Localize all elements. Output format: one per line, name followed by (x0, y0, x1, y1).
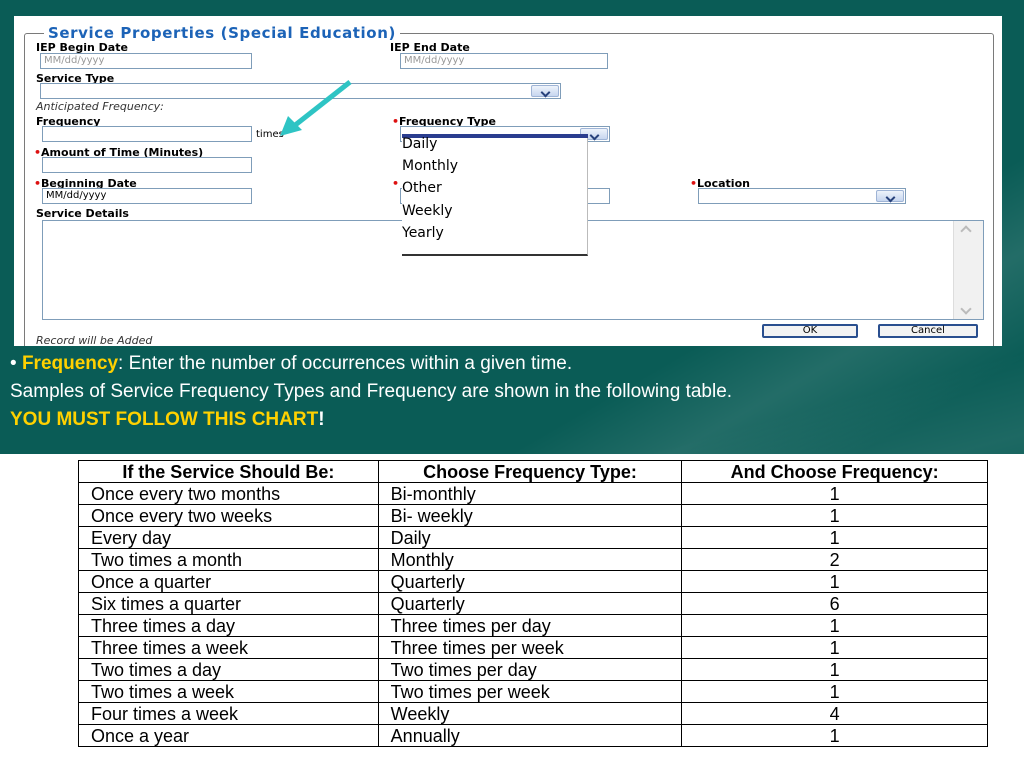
column-header: If the Service Should Be: (78, 460, 379, 483)
table-row: Once every two months Bi-monthly 1 (78, 482, 988, 505)
table-cell: 1 (681, 636, 988, 659)
table-cell: Monthly (377, 548, 683, 571)
table-cell: Weekly (377, 702, 683, 725)
location-select[interactable] (698, 188, 906, 204)
dropdown-option[interactable]: Other (402, 180, 442, 196)
table-cell: Bi- weekly (377, 504, 683, 527)
iep-begin-input[interactable]: MM/dd/yyyy (40, 53, 252, 69)
table-cell: 1 (681, 570, 988, 593)
required-dot-icon: • (392, 115, 400, 128)
samples-line: Samples of Service Frequency Types and F… (10, 381, 733, 402)
table-cell: Daily (377, 526, 683, 549)
table-row: Once every two weeks Bi- weekly 1 (78, 504, 988, 527)
table-cell: Three times a day (78, 614, 379, 637)
table-row: Once a quarter Quarterly 1 (78, 570, 988, 593)
diagonal-arrow-icon (280, 80, 352, 136)
fieldset-legend: Service Properties (Special Education) (44, 24, 400, 42)
table-row: Three times a day Three times per day 1 (78, 614, 988, 637)
table-cell: 1 (681, 724, 988, 747)
table-cell: Once every two months (78, 482, 379, 505)
column-header: And Choose Frequency: (681, 460, 988, 483)
iep-end-input[interactable]: MM/dd/yyyy (400, 53, 608, 69)
table-cell: Once every two weeks (78, 504, 379, 527)
table-cell: Three times a week (78, 636, 379, 659)
table-cell: Once a quarter (78, 570, 379, 593)
table-cell: Two times a month (78, 548, 379, 571)
table-row: Two times a day Two times per day 1 (78, 658, 988, 681)
warning-bang: ! (318, 409, 325, 430)
scrollbar[interactable] (953, 221, 983, 319)
frequency-term: Frequency (21, 353, 119, 374)
required-dot-icon: • (34, 177, 42, 190)
table-row: Once a year Annually 1 (78, 724, 988, 747)
table-cell: 1 (681, 658, 988, 681)
table-cell: Annually (377, 724, 683, 747)
table-cell: Three times per week (377, 636, 683, 659)
table-cell: Four times a week (78, 702, 379, 725)
table-cell: 1 (681, 614, 988, 637)
table-cell: 1 (681, 526, 988, 549)
table-row: Every day Daily 1 (78, 526, 988, 549)
chevron-down-icon[interactable] (876, 190, 904, 202)
beginning-date-input[interactable]: MM/dd/yyyy (42, 188, 252, 204)
required-dot-icon: • (690, 177, 698, 190)
table-cell: Three times per day (377, 614, 683, 637)
dropdown-option[interactable]: Monthly (402, 158, 458, 174)
table-header-row: If the Service Should Be: Choose Frequen… (78, 460, 988, 483)
table-row: Six times a quarter Quarterly 6 (78, 592, 988, 615)
table-cell: Quarterly (377, 570, 683, 593)
service-details-label: Service Details (36, 207, 129, 220)
bullet: • (10, 353, 17, 374)
table-cell: Once a year (78, 724, 379, 747)
table-cell: 1 (681, 680, 988, 703)
table-cell: Two times per day (377, 658, 683, 681)
record-status: Record will be Added (36, 334, 153, 346)
ok-button[interactable]: OK (762, 324, 858, 338)
table-cell: Every day (78, 526, 379, 549)
table-row: Four times a week Weekly 4 (78, 702, 988, 725)
dropdown-option[interactable]: Weekly (402, 203, 453, 219)
scroll-down-icon[interactable] (960, 303, 972, 315)
table-cell: Two times a week (78, 680, 379, 703)
table-cell: Six times a quarter (78, 592, 379, 615)
table-cell: 1 (681, 504, 988, 527)
frequency-input[interactable] (42, 126, 252, 142)
table-cell: 1 (681, 482, 988, 505)
table-cell: Two times per week (377, 680, 683, 703)
table-cell: Two times a day (78, 658, 379, 681)
chevron-down-icon[interactable] (531, 85, 559, 97)
table-cell: 6 (681, 592, 988, 615)
table-cell: 2 (681, 548, 988, 571)
table-cell: Quarterly (377, 592, 683, 615)
service-properties-panel: Service Properties (Special Education) I… (14, 16, 1002, 346)
table-row: Two times a month Monthly 2 (78, 548, 988, 571)
table-row: Two times a week Two times per week 1 (78, 680, 988, 703)
cancel-button[interactable]: Cancel (878, 324, 978, 338)
frequency-type-dropdown[interactable]: Daily Monthly Other Weekly Yearly (402, 134, 588, 256)
frequency-chart-table: If the Service Should Be: Choose Frequen… (78, 460, 988, 747)
warning-text: YOU MUST FOLLOW THIS CHART (10, 409, 319, 430)
required-dot-icon: • (392, 177, 400, 190)
dropdown-option[interactable]: Yearly (402, 225, 444, 241)
table-row: Three times a week Three times per week 1 (78, 636, 988, 659)
table-cell: 4 (681, 702, 988, 725)
anticipated-frequency-label: Anticipated Frequency: (36, 100, 164, 113)
explanation-text: • Frequency: Enter the number of occurre… (10, 350, 1014, 434)
amount-of-time-input[interactable] (42, 157, 252, 173)
column-header: Choose Frequency Type: (377, 460, 683, 483)
required-dot-icon: • (34, 146, 42, 159)
frequency-definition: : Enter the number of occurrences within… (118, 353, 573, 374)
table-cell: Bi-monthly (377, 482, 683, 505)
scroll-up-icon[interactable] (960, 225, 972, 237)
dropdown-option[interactable]: Daily (402, 136, 437, 152)
